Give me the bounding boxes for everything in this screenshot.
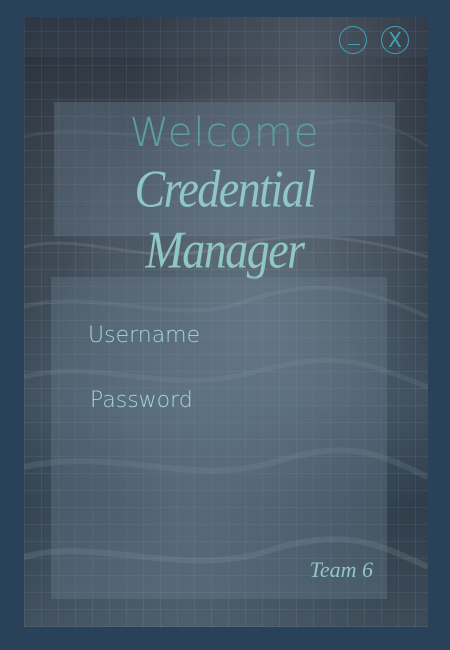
app-window: X Welcome Credential Manager Username Pa… [0,0,450,650]
minimize-icon [348,44,360,45]
welcome-heading: Welcome [129,110,320,156]
login-form-panel: Username Password Team 6 [51,277,387,599]
app-title: Credential Manager [134,159,316,279]
title-bar [24,17,428,57]
team-label: Team 6 [309,557,373,582]
minimize-button[interactable] [339,26,367,54]
close-icon: X [388,28,402,52]
close-button[interactable]: X [381,26,409,54]
header-panel: Welcome Credential Manager [54,102,395,279]
